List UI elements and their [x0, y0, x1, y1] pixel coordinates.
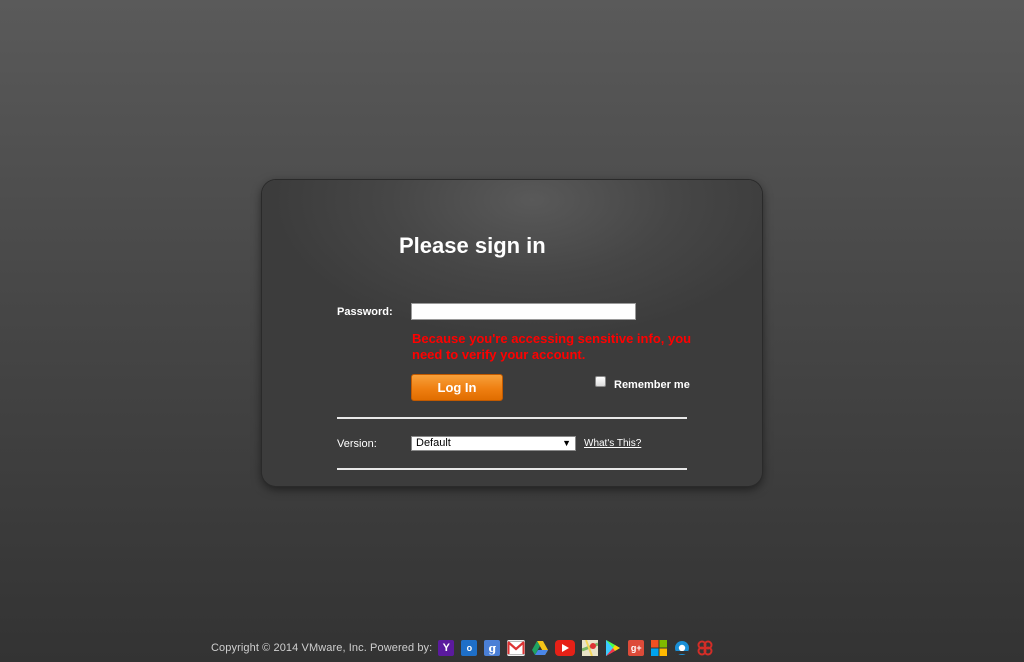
gmail-icon	[507, 640, 526, 656]
google-maps-icon	[582, 640, 599, 656]
outlook-icon: o	[461, 640, 478, 656]
password-input[interactable]	[411, 303, 636, 320]
version-select[interactable]: Default ▼	[411, 436, 576, 451]
login-button[interactable]: Log In	[411, 374, 503, 401]
password-label: Password:	[337, 306, 393, 318]
version-label: Version:	[337, 438, 377, 450]
whats-this-link[interactable]: What's This?	[584, 438, 641, 449]
footer: Copyright © 2014 VMware, Inc. Powered by…	[211, 638, 720, 658]
google-plus-icon: g+	[628, 640, 645, 656]
google-play-icon	[605, 640, 621, 656]
divider-top	[337, 417, 687, 419]
youtube-icon	[555, 640, 576, 656]
divider-bottom	[337, 468, 687, 470]
aol-icon	[674, 640, 690, 656]
signin-panel: Please sign in Password: Because you're …	[262, 180, 762, 486]
google-icon: g	[484, 640, 501, 656]
google-drive-icon	[532, 640, 549, 656]
warning-message: Because you're accessing sensitive info,…	[412, 331, 692, 362]
dropdown-arrow-icon: ▼	[562, 438, 571, 448]
page-title: Please sign in	[399, 233, 546, 258]
copyright-text: Copyright © 2014 VMware, Inc. Powered by…	[211, 642, 433, 654]
yahoo-icon: Y	[438, 640, 455, 656]
lastpass-icon	[697, 640, 713, 656]
version-selected-value: Default	[416, 437, 451, 449]
remember-me-checkbox[interactable]	[595, 376, 606, 387]
microsoft-icon	[651, 640, 668, 656]
remember-me-label: Remember me	[614, 379, 690, 391]
